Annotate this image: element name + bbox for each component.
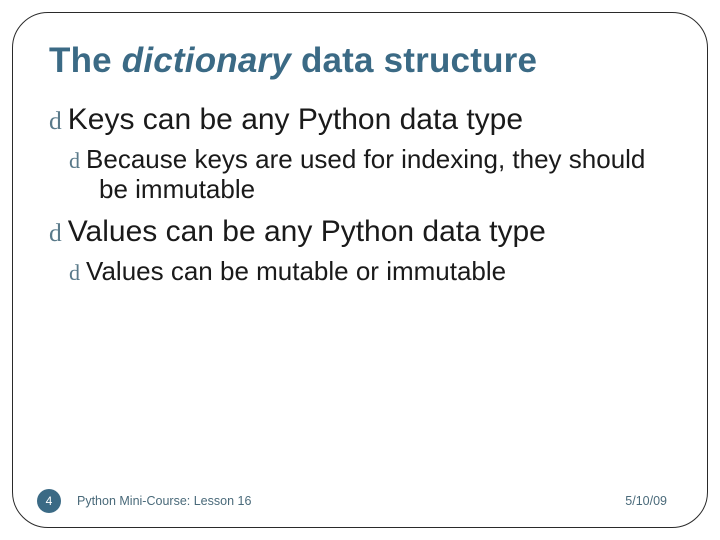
bullet-text: Values can be any Python data type	[68, 215, 546, 248]
slide-number: 4	[46, 494, 53, 508]
slide-content: dKeys can be any Python data type dBecau…	[49, 103, 671, 509]
bullet-text: Keys can be any Python data type	[68, 103, 523, 136]
title-emphasis: dictionary	[122, 41, 291, 80]
bullet-level1: dValues can be any Python data type	[49, 215, 671, 250]
slide-title: The dictionary data structure	[49, 41, 671, 81]
course-label: Python Mini-Course: Lesson 16	[77, 494, 625, 508]
title-post: data structure	[291, 41, 537, 80]
bullet-level1: dKeys can be any Python data type	[49, 103, 671, 138]
title-pre: The	[49, 41, 122, 80]
bullet-text: Values can be mutable or immutable	[86, 256, 506, 286]
slide-number-badge: 4	[37, 489, 61, 513]
bullet-glyph-icon: d	[69, 148, 86, 173]
date-label: 5/10/09	[625, 494, 667, 508]
bullet-text: Because keys are used for indexing, they…	[86, 144, 645, 205]
bullet-glyph-icon: d	[49, 218, 68, 247]
bullet-level2: dValues can be mutable or immutable	[69, 256, 671, 287]
bullet-glyph-icon: d	[49, 106, 68, 135]
slide-frame: The dictionary data structure dKeys can …	[12, 12, 708, 528]
bullet-glyph-icon: d	[69, 260, 86, 285]
slide-footer: 4 Python Mini-Course: Lesson 16 5/10/09	[13, 489, 707, 513]
bullet-level2: dBecause keys are used for indexing, the…	[69, 144, 671, 205]
